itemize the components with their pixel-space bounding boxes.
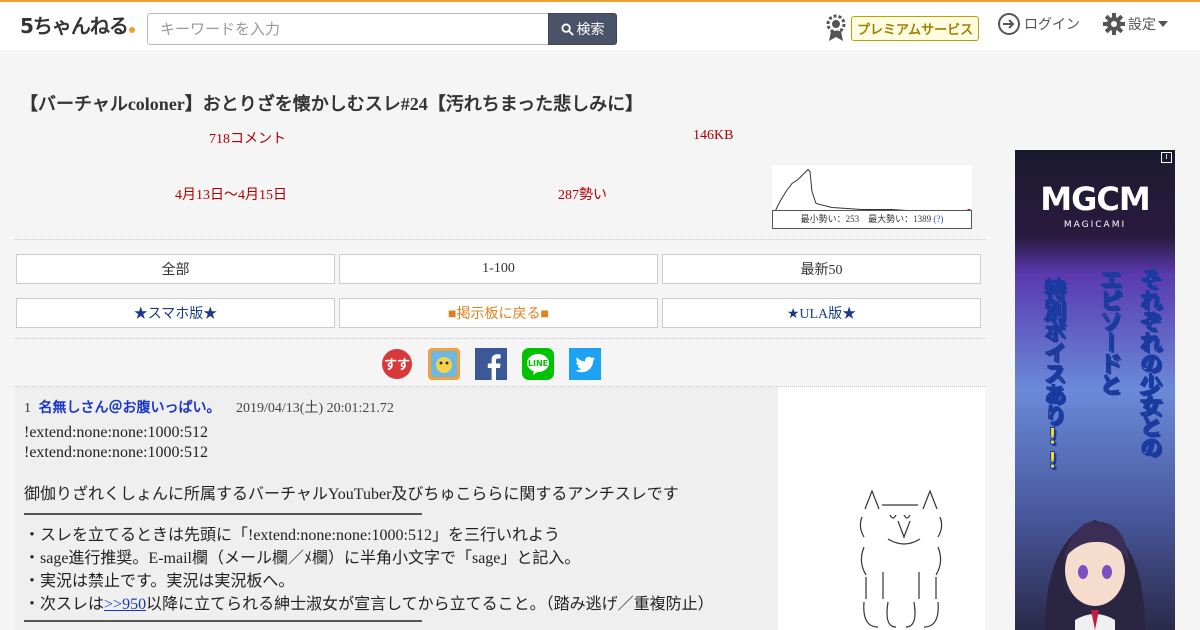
ascii-art-panel xyxy=(778,387,985,630)
post-date: 2019/04/13(土) 20:01:21.72 xyxy=(236,401,394,416)
ula-version-link[interactable]: ★ULA版★ xyxy=(662,298,981,328)
ad-copy-1: それぞれの少女との xyxy=(1136,268,1162,458)
ad-logo-sub: MAGICAMI xyxy=(1063,220,1127,230)
posts-1-100-button[interactable]: 1-100 xyxy=(339,254,658,284)
settings-label: 設定 xyxy=(1128,17,1156,33)
share-facebook-button[interactable] xyxy=(475,348,507,380)
divider xyxy=(15,239,985,240)
share-twitter-button[interactable] xyxy=(569,348,601,380)
post-line: !extend:none:none:1000:512 xyxy=(24,424,208,441)
premium-label: プレミアムサービス xyxy=(851,15,980,41)
login-label: ログイン xyxy=(1024,17,1080,33)
post-number[interactable]: 1 xyxy=(24,401,31,416)
post-rule xyxy=(24,620,422,622)
svg-text:LINE: LINE xyxy=(528,359,548,368)
search-button-label: 検索 xyxy=(576,22,605,38)
ad-banner[interactable]: i MGCM MAGICAMI それぞれの少女との エピソードと 特別ボイスあり… xyxy=(1015,150,1175,630)
ad-character-illustration xyxy=(1045,520,1145,630)
logo-dot xyxy=(128,27,135,33)
cat-ascii-art xyxy=(859,489,943,628)
facebook-icon xyxy=(475,348,507,380)
settings-menu[interactable]: 設定 xyxy=(1102,12,1168,36)
ad-info-icon[interactable]: i xyxy=(1161,152,1172,163)
graph-stats: 最小勢い：253 最大勢い：1389 xyxy=(800,214,932,224)
site-logo[interactable]: 5ちゃんねる xyxy=(20,10,135,39)
search-icon xyxy=(560,22,574,36)
share-hatena-button[interactable] xyxy=(428,348,460,380)
matome-icon: すす xyxy=(382,349,412,379)
post-header: 1 名無しさん＠お腹いっぱい。 2019/04/13(土) 20:01:21.7… xyxy=(24,397,394,417)
login-icon xyxy=(998,13,1020,35)
gear-icon xyxy=(1103,13,1125,35)
post-anchor-link[interactable]: >>950 xyxy=(104,596,146,613)
graph-stats-box: 最小勢い：253 最大勢い：1389 (?) xyxy=(772,210,972,229)
all-posts-button[interactable]: 全部 xyxy=(16,254,335,284)
post-line-suffix: 以降に立てられる紳士淑女が宣言してから立てること。（踏み逃げ／重複防止） xyxy=(146,596,714,613)
svg-text:すす: すす xyxy=(384,358,410,373)
search-button[interactable]: 検索 xyxy=(548,13,617,45)
graph-help-link[interactable]: (?) xyxy=(933,214,943,224)
logo-text: 5ちゃんねる xyxy=(20,14,129,38)
premium-badge-icon xyxy=(826,14,846,41)
ad-logo: MGCM xyxy=(1040,180,1150,218)
hatena-icon xyxy=(428,348,460,380)
post-line: ・次スレは>>950以降に立てられる紳士淑女が宣言してから立てること。（踏み逃げ… xyxy=(24,593,774,616)
ad-copy-3: 特別ボイスあり!! xyxy=(1040,278,1066,474)
top-bar: 5ちゃんねる 検索 プレミアムサービス ログイン 設定 xyxy=(0,0,1200,50)
ad-copy-2: エピソードと xyxy=(1096,268,1122,395)
line-icon: LINE xyxy=(522,348,554,380)
caret-down-icon xyxy=(1158,21,1168,27)
post-rule xyxy=(24,513,422,515)
search-input[interactable] xyxy=(147,13,549,45)
post-1: 1 名無しさん＠お腹いっぱい。 2019/04/13(土) 20:01:21.7… xyxy=(15,387,778,630)
share-line-button[interactable]: LINE xyxy=(522,348,554,380)
poster-name[interactable]: 名無しさん＠お腹いっぱい。 xyxy=(39,400,221,416)
post-line: ・スレを立てるときは先頭に「!extend:none:none:1000:512… xyxy=(24,527,560,544)
twitter-icon xyxy=(569,348,601,380)
thread-size: 146KB xyxy=(693,128,734,143)
post-line: !extend:none:none:1000:512 xyxy=(24,444,208,461)
momentum: 287勢い xyxy=(558,188,607,203)
share-row: すす LINE xyxy=(381,348,601,380)
post-spacer xyxy=(24,463,774,485)
divider xyxy=(15,338,985,339)
post-line: ・sage進行推奨。E-mail欄（メール欄／ﾒ欄）に半角小文字で「sage」と… xyxy=(24,550,581,567)
back-to-board-link[interactable]: ■掲示板に戻る■ xyxy=(339,298,658,328)
share-matome-button[interactable]: すす xyxy=(381,348,413,380)
post-line-prefix: ・次スレは xyxy=(24,596,105,613)
latest-50-button[interactable]: 最新50 xyxy=(662,254,981,284)
comment-count: 718コメント xyxy=(209,132,286,147)
smartphone-version-link[interactable]: ★スマホ版★ xyxy=(16,298,335,328)
thread-title: 【バーチャルcoloner】おとりざを懐かしむスレ#24【汚れちまった悲しみに】 xyxy=(20,94,644,114)
login-link[interactable]: ログイン xyxy=(997,12,1080,36)
post-body: !extend:none:none:1000:512 !extend:none:… xyxy=(24,423,774,630)
post-line: ・実況は禁止です。実況は実況板へ。 xyxy=(24,573,295,590)
premium-link[interactable]: プレミアムサービス xyxy=(825,14,980,42)
post-line: 御伽りざれくしょんに所属するバーチャルYouTuber及びちゅこららに関するアン… xyxy=(24,486,679,503)
date-range: 4月13日〜4月15日 xyxy=(175,188,287,203)
